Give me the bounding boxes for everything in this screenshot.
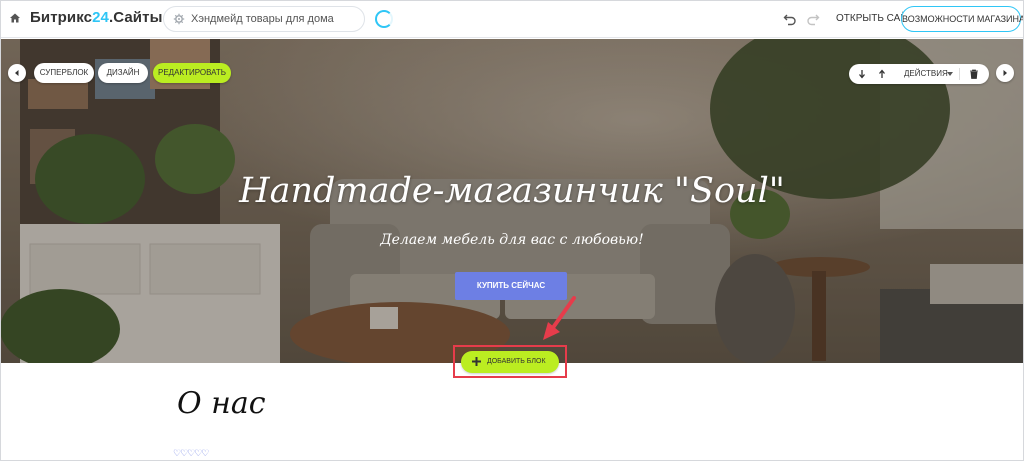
arrow-down-icon[interactable]	[857, 69, 867, 79]
loading-spinner-icon	[375, 10, 393, 28]
superblock-button[interactable]: СУПЕРБЛОК	[34, 63, 94, 83]
divider	[959, 68, 960, 80]
editor-topbar: Битрикс24.Сайты Хэндмейд товары для дома…	[0, 0, 1024, 38]
undo-icon[interactable]	[783, 12, 797, 26]
edit-button[interactable]: РЕДАКТИРОВАТЬ	[153, 63, 231, 83]
prev-block-button[interactable]	[8, 64, 26, 82]
annotation-arrow-icon	[543, 296, 576, 340]
arrow-up-icon[interactable]	[877, 69, 887, 79]
add-block-label: ДОБАВИТЬ БЛОК	[487, 358, 546, 365]
add-block-button[interactable]: ДОБАВИТЬ БЛОК	[461, 351, 559, 373]
block-actions-bar: ДЕЙСТВИЯ	[849, 64, 989, 84]
brand-logo: Битрикс24.Сайты	[30, 9, 163, 26]
actions-dropdown[interactable]: ДЕЙСТВИЯ	[904, 69, 948, 78]
hearts-divider: ♡♡♡♡♡	[173, 448, 209, 458]
trash-icon[interactable]	[969, 69, 979, 79]
about-title[interactable]: О нас	[177, 386, 266, 421]
hero-block: СУПЕРБЛОК ДИЗАЙН РЕДАКТИРОВАТЬ ДЕЙСТВИЯ …	[0, 39, 1024, 363]
hero-subtitle[interactable]: Делаем мебель для вас с любовью!	[0, 232, 1024, 248]
site-name-field[interactable]: Хэндмейд товары для дома	[163, 6, 365, 32]
plus-icon	[472, 357, 481, 366]
hero-title[interactable]: Handmade-магазинчик "Soul"	[0, 171, 1024, 211]
shop-features-button[interactable]: ВОЗМОЖНОСТИ МАГАЗИНА	[901, 6, 1024, 32]
next-block-button[interactable]	[996, 64, 1014, 82]
redo-icon[interactable]	[806, 12, 820, 26]
caret-left-icon	[15, 70, 19, 76]
chevron-down-icon	[947, 72, 953, 76]
design-button[interactable]: ДИЗАЙН	[98, 63, 148, 83]
caret-right-icon	[1003, 70, 1007, 76]
home-icon[interactable]	[9, 12, 21, 24]
site-name-value: Хэндмейд товары для дома	[191, 13, 334, 25]
gear-icon	[173, 13, 185, 25]
